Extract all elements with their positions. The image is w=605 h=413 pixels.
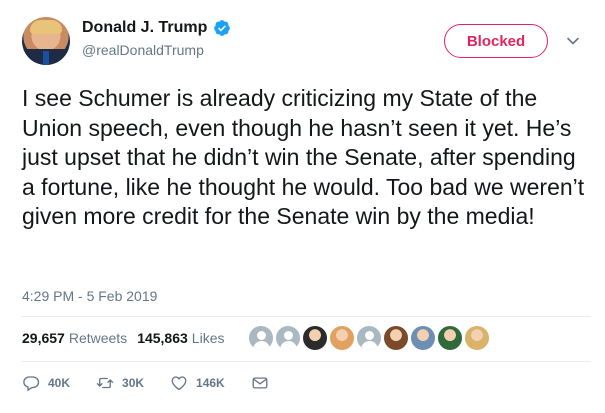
like-count: 146K (196, 376, 225, 390)
liker-avatar[interactable] (248, 325, 274, 351)
envelope-icon (252, 377, 268, 389)
likes-stat[interactable]: 145,863 Likes (137, 330, 224, 346)
liker-avatar[interactable] (464, 325, 490, 351)
avatar-tie (43, 51, 49, 65)
liker-avatar[interactable] (383, 325, 409, 351)
reply-icon (23, 376, 40, 392)
blocked-button[interactable]: Blocked (444, 24, 548, 58)
tweet-timestamp[interactable]: 4:29 PM - 5 Feb 2019 (22, 288, 157, 304)
like-action[interactable]: 146K (170, 374, 225, 392)
retweets-stat[interactable]: 29,657 Retweets (22, 330, 127, 346)
likes-count: 145,863 (137, 330, 188, 346)
liker-avatar[interactable] (275, 325, 301, 351)
author-avatar[interactable] (22, 17, 70, 65)
reply-action[interactable]: 40K (22, 374, 70, 392)
tweet-actions: 40K 30K 146K (22, 374, 295, 392)
reply-count: 40K (48, 376, 71, 390)
retweet-icon (96, 377, 114, 389)
liker-avatar[interactable] (410, 325, 436, 351)
liker-avatars (248, 325, 490, 351)
avatar-hair (30, 20, 62, 34)
retweet-action[interactable]: 30K (96, 374, 144, 392)
liker-avatar[interactable] (437, 325, 463, 351)
tweet-text: I see Schumer is already criticizing my … (22, 85, 585, 229)
direct-message-action[interactable] (251, 374, 269, 392)
retweets-count: 29,657 (22, 330, 65, 346)
retweets-label: Retweets (68, 330, 128, 346)
author-handle[interactable]: @realDonaldTrump (82, 42, 204, 58)
heart-icon (171, 376, 187, 391)
likes-label: Likes (191, 330, 225, 346)
author-display-name[interactable]: Donald J. Trump (82, 19, 207, 37)
liker-avatar[interactable] (329, 325, 355, 351)
verified-badge-icon (213, 19, 231, 37)
divider (22, 361, 591, 362)
divider (22, 316, 591, 317)
liker-avatar[interactable] (302, 325, 328, 351)
liker-avatar[interactable] (356, 325, 382, 351)
engagement-stats: 29,657 Retweets 145,863 Likes (22, 330, 224, 346)
retweet-count: 30K (122, 376, 145, 390)
author-name-row[interactable]: Donald J. Trump (82, 19, 231, 37)
chevron-down-icon[interactable] (566, 34, 580, 48)
